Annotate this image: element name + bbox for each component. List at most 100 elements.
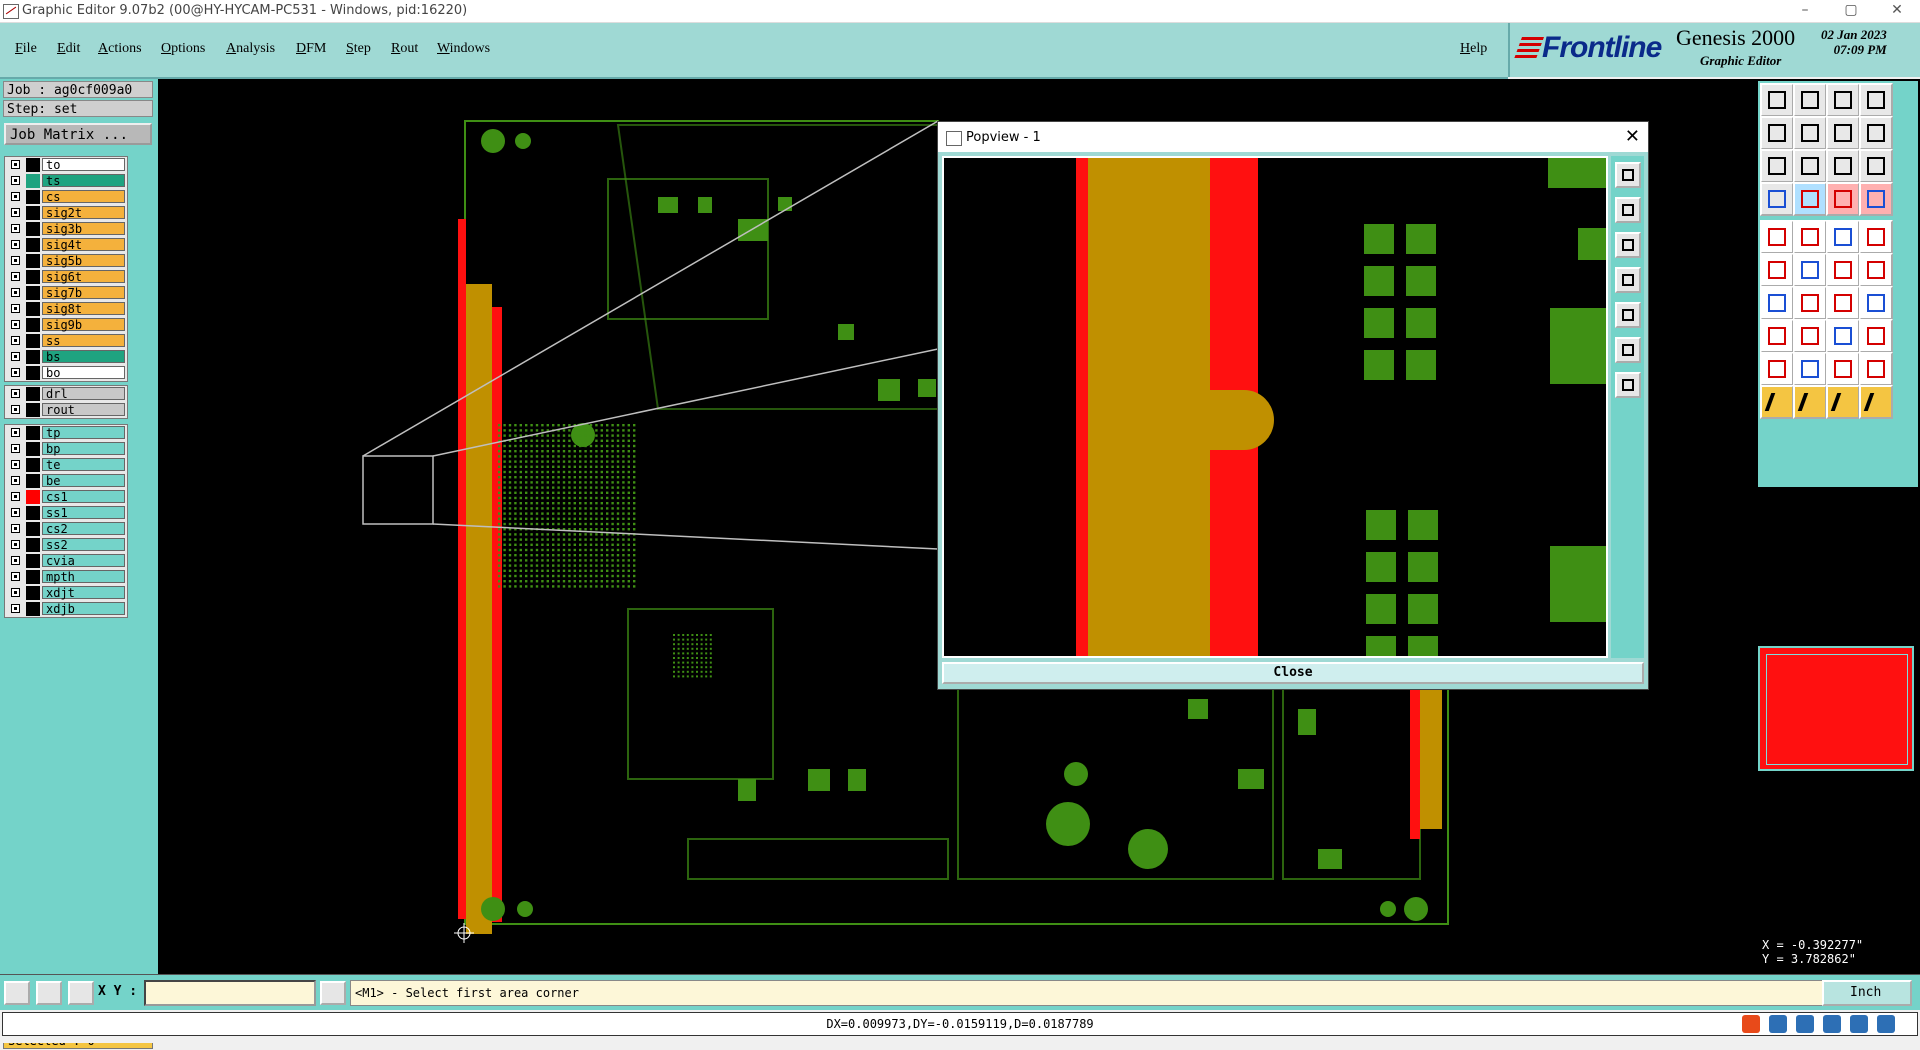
- layer-row[interactable]: ss1: [5, 505, 127, 521]
- layer-checkbox[interactable]: [11, 389, 20, 398]
- layer-row[interactable]: ss: [5, 333, 127, 349]
- layer-checkbox[interactable]: [11, 208, 20, 217]
- minimap[interactable]: [1758, 646, 1914, 771]
- menu-help[interactable]: Help: [1460, 41, 1487, 57]
- minimize-button[interactable]: –: [1782, 0, 1828, 22]
- layer-checkbox[interactable]: [11, 320, 20, 329]
- layer-color-swatch[interactable]: [26, 334, 40, 348]
- transform-icon[interactable]: [1859, 319, 1893, 353]
- language-icon[interactable]: [1769, 1015, 1788, 1033]
- pan-left-icon[interactable]: [1760, 116, 1794, 150]
- layer-row[interactable]: sig8t: [5, 301, 127, 317]
- layer-row[interactable]: sig6t: [5, 269, 127, 285]
- layer-color-swatch[interactable]: [26, 442, 40, 456]
- poly-1-icon[interactable]: [1760, 352, 1794, 386]
- color-toggle-icon[interactable]: [1793, 220, 1827, 254]
- layer-row[interactable]: sig3b: [5, 221, 127, 237]
- layer-name[interactable]: sig2t: [42, 206, 125, 220]
- flip-tool-icon[interactable]: [1859, 286, 1893, 320]
- layer-row[interactable]: rout: [5, 402, 127, 418]
- zoom-in-icon[interactable]: [1793, 83, 1827, 117]
- layer-name[interactable]: bo: [42, 366, 125, 380]
- layer-color-swatch[interactable]: [26, 506, 40, 520]
- layer-checkbox[interactable]: [11, 288, 20, 297]
- layer-color-swatch[interactable]: [26, 254, 40, 268]
- history-icon[interactable]: [1760, 182, 1794, 216]
- layer-color-swatch[interactable]: [26, 222, 40, 236]
- layer-checkbox[interactable]: [11, 160, 20, 169]
- layer-checkbox[interactable]: [11, 524, 20, 533]
- layer-row[interactable]: sig2t: [5, 205, 127, 221]
- layer-color-swatch[interactable]: [26, 366, 40, 380]
- layer-color-swatch[interactable]: [26, 403, 40, 417]
- layer-name[interactable]: xdjt: [42, 586, 125, 600]
- layer-row[interactable]: to: [5, 157, 127, 173]
- layer-checkbox[interactable]: [11, 540, 20, 549]
- menu-step[interactable]: Step: [346, 41, 371, 57]
- layer-name[interactable]: sig9b: [42, 318, 125, 332]
- layer-name[interactable]: cs: [42, 190, 125, 204]
- layer-checkbox[interactable]: [11, 176, 20, 185]
- layer-row[interactable]: drl: [5, 386, 127, 402]
- help-q-icon[interactable]: [1859, 149, 1893, 183]
- layer-name[interactable]: be: [42, 474, 125, 488]
- popview-close-button[interactable]: Close: [942, 662, 1644, 684]
- layer-color-swatch[interactable]: [26, 458, 40, 472]
- layer-checkbox[interactable]: [11, 572, 20, 581]
- popview-tool-3-icon[interactable]: [1615, 232, 1641, 258]
- layer-name[interactable]: te: [42, 458, 125, 472]
- popview-canvas[interactable]: [942, 156, 1608, 658]
- layer-color-swatch[interactable]: [26, 570, 40, 584]
- pad-circle-icon[interactable]: [1760, 220, 1794, 254]
- add-arc-icon[interactable]: [1859, 253, 1893, 287]
- draw-line-2-icon[interactable]: [1793, 286, 1827, 320]
- layer-color-swatch[interactable]: [26, 174, 40, 188]
- layer-checkbox[interactable]: [11, 444, 20, 453]
- layer-color-swatch[interactable]: [26, 554, 40, 568]
- layer-row[interactable]: bo: [5, 365, 127, 381]
- job-matrix-button[interactable]: Job Matrix ...: [4, 123, 152, 145]
- popview-tool-6-icon[interactable]: [1615, 337, 1641, 363]
- layer-checkbox[interactable]: [11, 304, 20, 313]
- menu-windows[interactable]: Windows: [437, 41, 490, 57]
- layer-checkbox[interactable]: [11, 368, 20, 377]
- poly-2-icon[interactable]: [1793, 352, 1827, 386]
- layer-checkbox[interactable]: [11, 224, 20, 233]
- pan-right-icon[interactable]: [1793, 116, 1827, 150]
- arc-tool-icon[interactable]: [1826, 286, 1860, 320]
- popview-close-icon[interactable]: ✕: [1625, 126, 1640, 147]
- layer-checkbox[interactable]: [11, 405, 20, 414]
- popview-tool-2-icon[interactable]: [1615, 197, 1641, 223]
- popview-tool-4-icon[interactable]: [1615, 267, 1641, 293]
- select-icon[interactable]: [1760, 385, 1794, 419]
- layer-name[interactable]: rout: [42, 403, 125, 417]
- popview-tool-1-icon[interactable]: [1615, 162, 1641, 188]
- layer-name[interactable]: sig5b: [42, 254, 125, 268]
- menu-file[interactable]: File: [15, 41, 37, 57]
- add-line-icon[interactable]: [1826, 253, 1860, 287]
- layer-name[interactable]: xdjb: [42, 602, 125, 616]
- layer-row[interactable]: ss2: [5, 537, 127, 553]
- layer-name[interactable]: ss1: [42, 506, 125, 520]
- menu-options[interactable]: Options: [161, 41, 205, 57]
- move-feature-icon[interactable]: [1760, 319, 1794, 353]
- layer-name[interactable]: bs: [42, 350, 125, 364]
- layer-name[interactable]: cs1: [42, 490, 125, 504]
- refresh-icon[interactable]: [1859, 116, 1893, 150]
- xy-input[interactable]: [144, 980, 316, 1006]
- layer-name[interactable]: ss2: [42, 538, 125, 552]
- layer-name[interactable]: sig8t: [42, 302, 125, 316]
- info-icon[interactable]: [320, 981, 346, 1005]
- layer-row[interactable]: tp: [5, 425, 127, 441]
- layer-name[interactable]: cvia: [42, 554, 125, 568]
- layer-name[interactable]: sig7b: [42, 286, 125, 300]
- layer-name[interactable]: sig4t: [42, 238, 125, 252]
- layer-color-swatch[interactable]: [26, 238, 40, 252]
- layer-name[interactable]: mpth: [42, 570, 125, 584]
- layer-name[interactable]: drl: [42, 387, 125, 401]
- layer-row[interactable]: xdjt: [5, 585, 127, 601]
- layer-color-swatch[interactable]: [26, 522, 40, 536]
- resize-icon[interactable]: [1793, 319, 1827, 353]
- layer-color-swatch[interactable]: [26, 286, 40, 300]
- grid-icon[interactable]: [68, 981, 94, 1005]
